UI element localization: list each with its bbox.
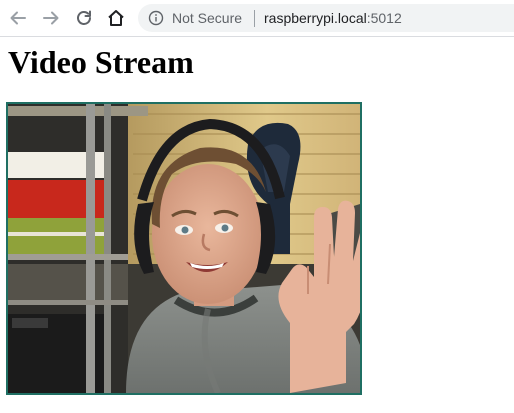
omnibox-separator xyxy=(254,10,255,27)
video-frame xyxy=(8,104,360,393)
browser-toolbar: Not Secure raspberrypi.local:5012 xyxy=(0,0,514,37)
url-text[interactable]: raspberrypi.local:5012 xyxy=(264,10,402,26)
info-icon[interactable] xyxy=(148,10,164,26)
reload-icon[interactable] xyxy=(73,7,95,29)
back-arrow-icon[interactable] xyxy=(7,7,29,29)
forward-arrow-icon[interactable] xyxy=(40,7,62,29)
page-title: Video Stream xyxy=(8,44,194,80)
url-host: raspberrypi.local xyxy=(264,10,367,26)
url-port: :5012 xyxy=(366,10,402,26)
security-status[interactable]: Not Secure xyxy=(172,10,242,26)
home-icon[interactable] xyxy=(105,7,127,29)
address-bar[interactable]: Not Secure raspberrypi.local:5012 xyxy=(138,4,514,32)
video-stream xyxy=(6,102,362,395)
